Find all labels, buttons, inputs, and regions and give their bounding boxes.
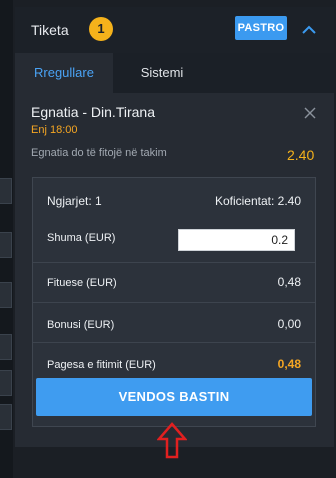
win-row: Fituese (EUR) 0,48 bbox=[33, 262, 315, 300]
betslip-title: Tiketa bbox=[31, 22, 69, 38]
bonus-label: Bonusi (EUR) bbox=[47, 319, 115, 331]
betslip-panel: Tiketa 1 PASTRO Rregullare Sistemi Egnat… bbox=[15, 7, 334, 447]
red-up-arrow-icon bbox=[157, 422, 187, 459]
stake-input[interactable] bbox=[178, 229, 295, 251]
payout-row: Pagesa e fitimit (EUR) 0,48 bbox=[33, 342, 315, 380]
summary-top: Ngjarjet: 1 Koficientat: 2.40 Shuma (EUR… bbox=[33, 178, 315, 251]
chevron-up-icon[interactable] bbox=[300, 21, 318, 39]
background-tab bbox=[0, 282, 12, 308]
clear-button[interactable]: PASTRO bbox=[235, 16, 287, 40]
background-tab bbox=[0, 232, 12, 258]
tab-regular[interactable]: Rregullare bbox=[15, 53, 113, 93]
payout-value: 0,48 bbox=[277, 357, 301, 371]
betslip-tabs: Rregullare Sistemi bbox=[15, 53, 334, 93]
event-name: Egnatia - Din.Tirana bbox=[31, 104, 155, 120]
odds-value: 2.40 bbox=[287, 147, 315, 163]
betslip-header: Tiketa 1 PASTRO bbox=[15, 7, 334, 53]
event-time: Enj 18:00 bbox=[31, 124, 78, 136]
background-tab bbox=[0, 370, 12, 396]
close-icon[interactable] bbox=[304, 107, 316, 119]
win-value: 0,48 bbox=[277, 275, 301, 289]
background-tab bbox=[0, 334, 12, 360]
win-label: Fituese (EUR) bbox=[47, 277, 117, 289]
market-name: Egnatia do të fitojë në takim bbox=[31, 147, 167, 159]
total-coefficient: Koficientat: 2.40 bbox=[214, 194, 301, 208]
bonus-value: 0,00 bbox=[277, 317, 301, 331]
stake-label: Shuma (EUR) bbox=[47, 232, 116, 244]
background-tab bbox=[0, 404, 12, 430]
background-strip bbox=[0, 0, 13, 478]
selection-count-badge: 1 bbox=[89, 17, 113, 41]
background-tab bbox=[0, 178, 12, 204]
events-count: Ngjarjet: 1 bbox=[47, 194, 102, 208]
payout-label: Pagesa e fitimit (EUR) bbox=[47, 359, 156, 371]
tab-system[interactable]: Sistemi bbox=[113, 53, 211, 93]
bonus-row: Bonusi (EUR) 0,00 bbox=[33, 302, 315, 342]
place-bet-button[interactable]: VENDOS BASTIN bbox=[36, 378, 312, 416]
